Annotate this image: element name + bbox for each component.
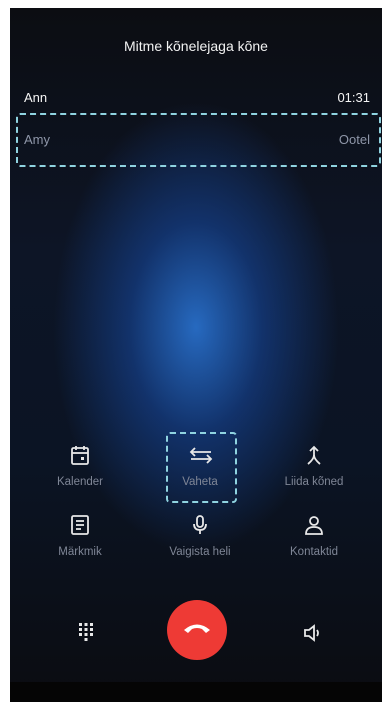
- swap-label: Vaheta: [182, 476, 218, 488]
- speaker-icon[interactable]: [302, 622, 324, 644]
- notepad-label: Märkmik: [58, 546, 102, 558]
- end-call-icon: [182, 621, 212, 640]
- merge-calls-button[interactable]: Liida kõned: [259, 444, 369, 488]
- swap-icon: [189, 444, 213, 466]
- navigation-bar: [10, 682, 382, 702]
- call-controls: [10, 596, 382, 660]
- calendar-icon: [69, 444, 91, 466]
- keypad-icon[interactable]: [76, 622, 96, 642]
- microphone-icon: [189, 514, 211, 536]
- call-title: Mitme kõnelejaga kõne: [124, 38, 268, 54]
- contacts-button[interactable]: Kontaktid: [259, 514, 369, 558]
- call-screen: Mitme kõnelejaga kõne Ann 01:31 Amy Oote…: [10, 8, 382, 702]
- held-call-row[interactable]: Amy Ootel: [24, 132, 370, 147]
- held-caller-name: Amy: [24, 132, 50, 147]
- calendar-label: Kalender: [56, 476, 104, 488]
- notepad-icon: [69, 514, 91, 536]
- mute-label: Vaigista heli: [169, 546, 231, 558]
- merge-calls-icon: [303, 444, 325, 466]
- held-status: Ootel: [338, 132, 370, 147]
- contacts-icon: [303, 514, 325, 536]
- calendar-button[interactable]: Kalender: [25, 444, 135, 488]
- active-caller-name: Ann: [24, 90, 48, 105]
- mute-button[interactable]: Vaigista heli: [145, 514, 255, 558]
- end-call-button[interactable]: [167, 600, 227, 660]
- notepad-button[interactable]: Märkmik: [25, 514, 135, 558]
- active-call-row[interactable]: Ann 01:31: [24, 90, 370, 105]
- contacts-label: Kontaktid: [290, 546, 338, 558]
- merge-calls-label: Liida kõned: [284, 476, 344, 488]
- swap-button[interactable]: Vaheta: [145, 444, 255, 488]
- call-duration: 01:31: [337, 90, 370, 105]
